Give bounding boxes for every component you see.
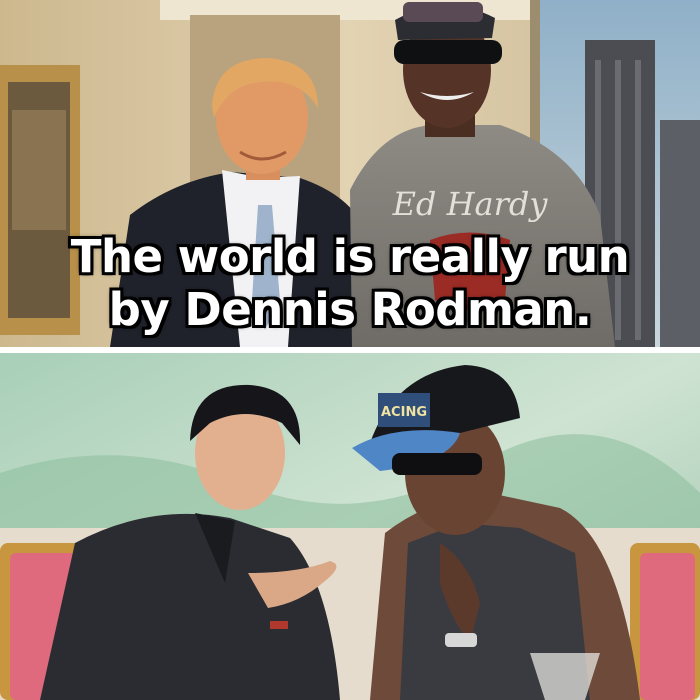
caption-line-1: The world is really run <box>70 230 630 283</box>
chair-right <box>630 543 700 700</box>
meme-image: Ed Hardy The world is really run by Denn… <box>0 0 700 700</box>
shirt-print: Ed Hardy <box>392 185 549 223</box>
top-photo: Ed Hardy The world is really run by Denn… <box>0 0 700 347</box>
cap-print: ACING <box>381 405 427 420</box>
bottom-photo-scene: ACING <box>0 353 700 700</box>
bottom-photo: ACING <box>0 353 700 700</box>
meme-caption: The world is really run by Dennis Rodman… <box>0 230 700 336</box>
caption-line-2: by Dennis Rodman. <box>108 283 592 336</box>
